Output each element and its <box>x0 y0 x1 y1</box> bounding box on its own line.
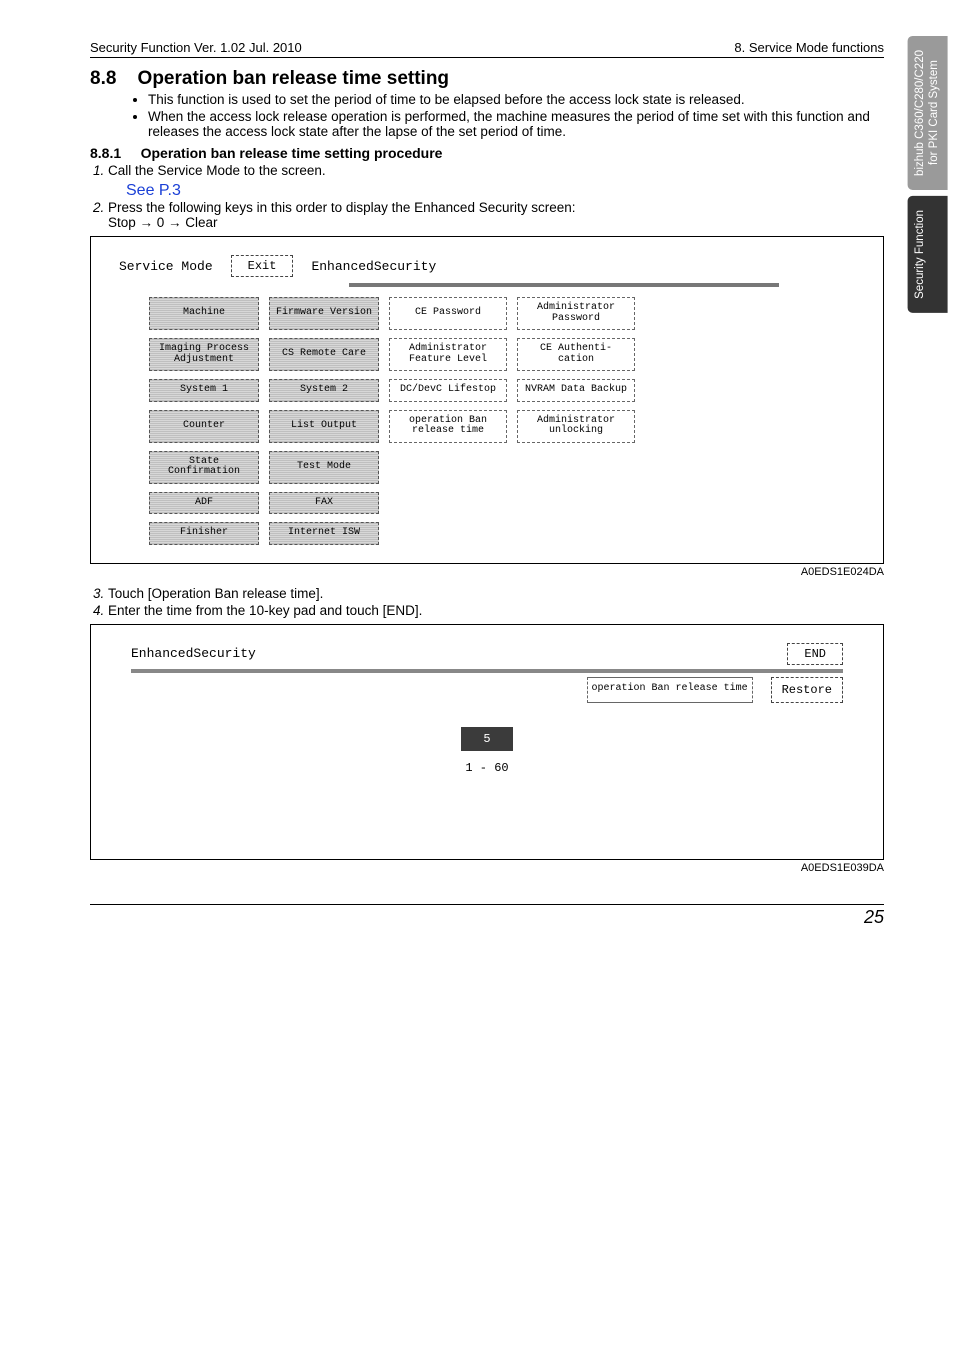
sm-button[interactable]: Internet ISW <box>269 522 379 545</box>
see-link[interactable]: See P.3 <box>126 182 884 200</box>
sm-button[interactable]: Test Mode <box>269 451 379 484</box>
bullet-2: When the access lock release operation i… <box>148 109 884 139</box>
sm-button[interactable]: Administrator Feature Level <box>389 338 507 371</box>
section-title-text: Operation ban release time setting <box>138 68 449 89</box>
bullet-1: This function is used to set the period … <box>148 92 884 107</box>
sm-button[interactable]: CS Remote Care <box>269 338 379 371</box>
operation-ban-label: operation Ban release time <box>587 677 753 703</box>
time-range-label: 1 - 60 <box>465 761 508 775</box>
section-heading: 8.8 Operation ban release time setting <box>90 68 884 90</box>
restore-button[interactable]: Restore <box>771 677 843 703</box>
sm-button[interactable]: List Output <box>269 410 379 443</box>
separator-bar-2 <box>131 669 843 673</box>
page-number: 25 <box>90 904 884 928</box>
step-2-keys: Stop → 0 → Clear <box>108 215 218 230</box>
sm-button[interactable]: NVRAM Data Backup <box>517 379 635 402</box>
header-left: Security Function Ver. 1.02 Jul. 2010 <box>90 40 302 55</box>
separator-bar <box>349 283 779 287</box>
step-3: Touch [Operation Ban release time]. <box>108 586 884 601</box>
header-right: 8. Service Mode functions <box>734 40 884 55</box>
sm-button[interactable]: Finisher <box>149 522 259 545</box>
tab-model: bizhub C360/C280/C220for PKI Card System <box>908 36 948 190</box>
service-mode-title: Service Mode <box>119 259 213 274</box>
step-4: Enter the time from the 10-key pad and t… <box>108 603 884 618</box>
section-number: 8.8 <box>90 68 116 89</box>
end-button[interactable]: END <box>787 643 843 665</box>
figure-2-code: A0EDS1E039DA <box>90 862 884 874</box>
service-mode-grid: Machine Firmware Version CE Password Admini… <box>149 297 855 545</box>
subsection-title: Operation ban release time setting proce… <box>141 145 443 161</box>
sm-button[interactable]: DC/DevC Lifestop <box>389 379 507 402</box>
time-value-display: 5 <box>461 727 512 751</box>
sm-button[interactable]: Counter <box>149 410 259 443</box>
enhanced-security-title-2: EnhancedSecurity <box>131 646 256 661</box>
figure-1-frame: Service Mode Exit EnhancedSecurity Machi… <box>90 236 884 564</box>
sm-button[interactable]: Firmware Version <box>269 297 379 330</box>
sm-button[interactable]: CE Password <box>389 297 507 330</box>
step-1: Call the Service Mode to the screen. <box>108 163 884 178</box>
sm-button[interactable]: ADF <box>149 492 259 515</box>
sm-button[interactable]: Administrator Password <box>517 297 635 330</box>
sm-button[interactable]: Imaging Process Adjustment <box>149 338 259 371</box>
sm-button[interactable]: System 1 <box>149 379 259 402</box>
enhanced-security-title: EnhancedSecurity <box>311 259 436 274</box>
sm-button[interactable]: FAX <box>269 492 379 515</box>
exit-button[interactable]: Exit <box>231 255 294 277</box>
side-tabs: bizhub C360/C280/C220for PKI Card System… <box>908 36 948 313</box>
figure-2-frame: EnhancedSecurity END operation Ban relea… <box>90 624 884 860</box>
subsection-heading: 8.8.1 Operation ban release time setting… <box>90 145 884 161</box>
sm-button[interactable]: Machine <box>149 297 259 330</box>
sm-button[interactable]: operation Ban release time <box>389 410 507 443</box>
sm-button[interactable]: Administrator unlocking <box>517 410 635 443</box>
step-2: Press the following keys in this order t… <box>108 200 884 230</box>
sm-button[interactable]: System 2 <box>269 379 379 402</box>
sm-button[interactable]: CE Authenti- cation <box>517 338 635 371</box>
subsection-number: 8.8.1 <box>90 145 121 161</box>
tab-security-function: Security Function <box>908 196 948 313</box>
figure-1-code: A0EDS1E024DA <box>90 566 884 578</box>
sm-button[interactable]: State Confirmation <box>149 451 259 484</box>
